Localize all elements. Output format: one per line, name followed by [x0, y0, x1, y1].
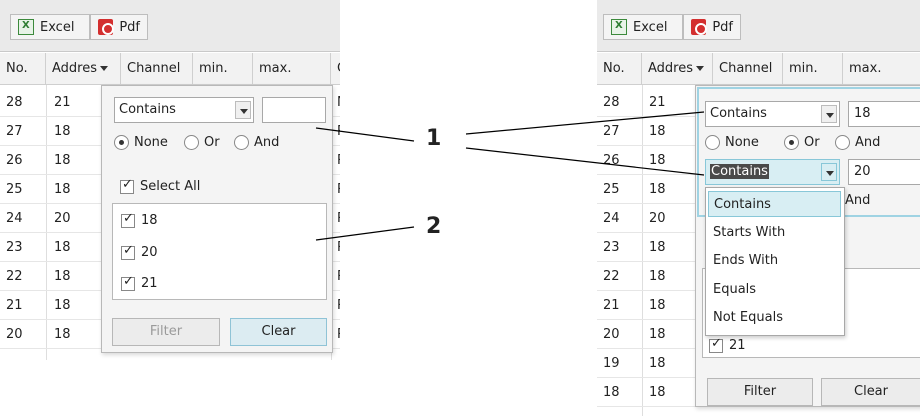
- callout-number-2: 2: [426, 214, 442, 239]
- callout-line-1a: [315, 127, 415, 142]
- callout-number-1: 1: [426, 126, 442, 151]
- callout-line-1b: [465, 111, 705, 135]
- callout-line-1c: [465, 147, 705, 176]
- callout-line-2: [315, 226, 415, 241]
- callout-lines: [315, 111, 705, 241]
